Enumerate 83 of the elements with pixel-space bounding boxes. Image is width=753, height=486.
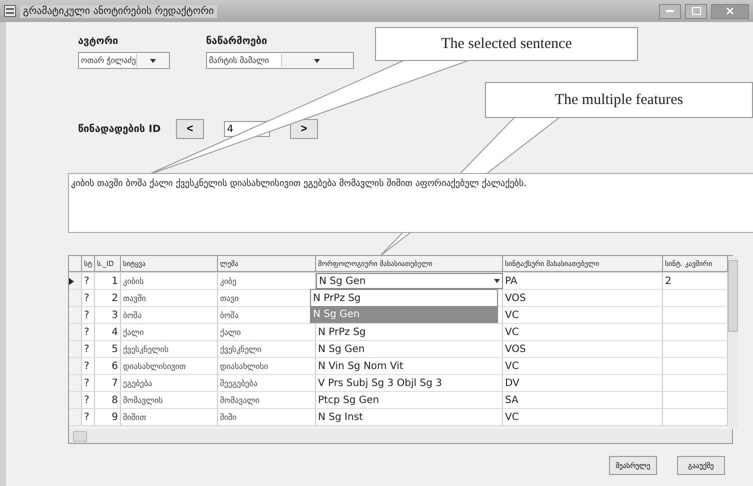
close-button[interactable]: [711, 4, 749, 18]
table-cell: PA: [503, 273, 663, 289]
table-cell: N Sg Inst: [316, 409, 503, 425]
table-cell: შიშით: [121, 409, 218, 425]
table-cell: SA: [503, 392, 663, 408]
table-cell: N Sg Gen: [316, 341, 503, 357]
sentence-text[interactable]: კიბის თავში ბოშა ქალი ქვესკნელის დიასახლისივით ეგებება მომავლის შიშით აფორიაქებულ ქალაქებს.: [68, 173, 753, 233]
table-cell: ?: [82, 273, 95, 289]
vertical-scrollbar[interactable]: [728, 256, 738, 429]
horizontal-scrollbar[interactable]: [69, 429, 732, 443]
table-cell: 4: [95, 324, 121, 340]
table-cell: ?: [82, 290, 95, 306]
table-cell: V Prs Subj Sg 3 Objl Sg 3: [316, 375, 503, 391]
table-cell: ?: [82, 341, 95, 357]
table-cell: კიბე: [218, 273, 316, 289]
table-cell: მომავალი: [218, 392, 316, 408]
table-cell: VC: [503, 307, 663, 323]
table-cell: ?: [82, 358, 95, 374]
table-cell: [663, 341, 728, 357]
author-label: ავტორი: [78, 36, 120, 47]
table-cell: შიში: [218, 409, 316, 425]
callout-label: The selected sentence: [375, 27, 638, 61]
table-cell: VC: [503, 358, 663, 374]
work-dropdown[interactable]: მარტის მამალი: [206, 52, 354, 69]
minimize-icon: [666, 10, 674, 12]
minimize-button[interactable]: [659, 4, 681, 18]
table-cell: ქალი: [121, 324, 218, 340]
table-cell: 5: [95, 341, 121, 357]
table-cell: 6: [95, 358, 121, 374]
previous-button[interactable]: <: [176, 119, 204, 139]
dropdown-caret-icon: [280, 54, 353, 67]
author-dropdown[interactable]: ოთარ ჭილაძე: [78, 52, 170, 69]
table-cell: ?: [82, 392, 95, 408]
window-title: გრამატიკული ანოტირების რედაქტორი: [20, 4, 217, 18]
app-icon: [4, 5, 16, 17]
table-cell: VOS: [503, 341, 663, 357]
row-indicator[interactable]: [69, 273, 82, 289]
table-cell: 9: [95, 409, 121, 425]
callout-label: The multiple features: [485, 82, 753, 118]
table-cell: ?: [82, 324, 95, 340]
table-cell: 8: [95, 392, 121, 408]
maximize-icon: [692, 7, 700, 15]
table-cell: [663, 375, 728, 391]
table-cell: 3: [95, 307, 121, 323]
morphology-dropdown[interactable]: N Sg Gen: [316, 273, 503, 289]
table-cell: კიბის: [121, 273, 218, 289]
table-cell: [663, 358, 728, 374]
table-cell: 2: [663, 273, 728, 289]
table-cell: დიასახლისი: [218, 358, 316, 374]
table-cell: N PrPz Sg: [316, 324, 503, 340]
table-cell: ქალი: [218, 324, 316, 340]
close-icon: [726, 7, 734, 15]
caret-icon: [494, 279, 500, 283]
table-cell: 1: [95, 273, 121, 289]
table-cell: 7: [95, 375, 121, 391]
table-cell: [663, 324, 728, 340]
table-cell: მომავლის: [121, 392, 218, 408]
table-cell: DV: [503, 375, 663, 391]
table-cell: ბოშა: [121, 307, 218, 323]
table-cell: [663, 307, 728, 323]
work-label: ნაწარმოები: [206, 36, 268, 47]
table-cell: ?: [82, 307, 95, 323]
table-cell: ?: [82, 409, 95, 425]
table-cell: შეეგებება: [218, 375, 316, 391]
table-cell: ქვესკნელი: [218, 341, 316, 357]
table-cell: N Vin Sg Nom Vit: [316, 358, 503, 374]
table-cell: ქვესკნელის: [121, 341, 218, 357]
table-cell: თავში: [121, 290, 218, 306]
sentence-id-label: წინადადების ID: [78, 124, 162, 134]
table-cell: VOS: [503, 290, 663, 306]
maximize-button[interactable]: [685, 4, 707, 18]
table-cell: VC: [503, 409, 663, 425]
table-cell: 2: [95, 290, 121, 306]
table-cell: ?: [82, 375, 95, 391]
table-cell: Ptcp Sg Gen: [316, 392, 503, 408]
dropdown-caret-icon: [136, 54, 169, 67]
table-cell: [663, 290, 728, 306]
table-cell: ეგებება: [121, 375, 218, 391]
table-cell: [663, 409, 728, 425]
table-cell: [663, 392, 728, 408]
table-cell: VC: [503, 324, 663, 340]
next-button[interactable]: >: [290, 119, 318, 139]
table-cell: დიასახლისივით: [121, 358, 218, 374]
